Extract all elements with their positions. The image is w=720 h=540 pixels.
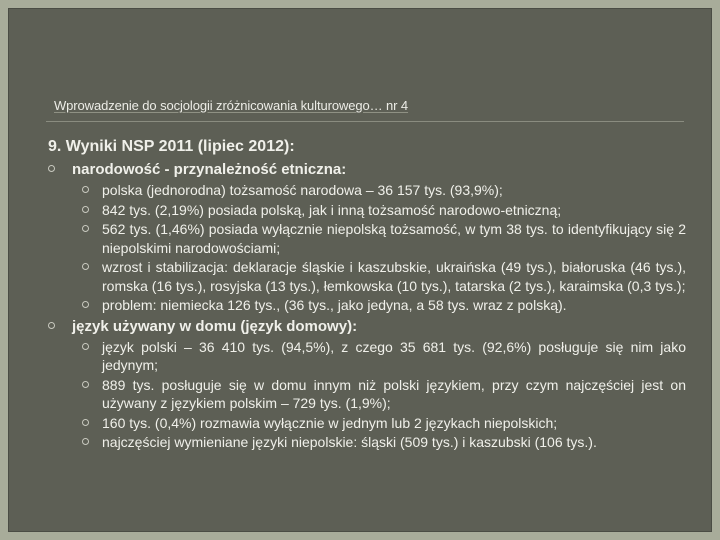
- circle-bullet-icon: [82, 342, 89, 350]
- list-item-text: polska (jednorodna) tożsamość narodowa –…: [102, 182, 503, 198]
- section-heading: 9. Wyniki NSP 2011 (lipiec 2012):: [48, 138, 295, 155]
- circle-bullet-icon: [48, 321, 55, 329]
- sublist-language: język polski – 36 410 tys. (94,5%), z cz…: [72, 338, 686, 452]
- list-item-text: 562 tys. (1,46%) posiada wyłącznie niepo…: [102, 221, 686, 256]
- list-item-text: problem: niemiecka 126 tys., (36 tys., j…: [102, 297, 567, 313]
- circle-bullet-icon: [82, 225, 89, 232]
- list-item: 562 tys. (1,46%) posiada wyłącznie niepo…: [72, 220, 686, 257]
- circle-bullet-icon: [82, 418, 89, 426]
- list-item-title: język używany w domu (język domowy):: [72, 317, 358, 335]
- list-item: 160 tys. (0,4%) rozmawia wyłącznie w jed…: [72, 414, 686, 433]
- circle-bullet-icon: [82, 263, 89, 270]
- slide-content: 9. Wyniki NSP 2011 (lipiec 2012): narodo…: [46, 138, 686, 454]
- list-item-text: 889 tys. posługuje się w domu innym niż …: [102, 376, 686, 412]
- circle-bullet-icon: [82, 205, 89, 213]
- list-item-title: narodowość - przynależność etniczna:: [72, 161, 347, 178]
- circle-bullet-icon: [48, 165, 55, 172]
- circle-bullet-icon: [82, 380, 89, 388]
- list-item: polska (jednorodna) tożsamość narodowa –…: [72, 181, 686, 200]
- main-list: narodowość - przynależność etniczna: pol…: [46, 160, 686, 452]
- list-item-text: 842 tys. (2,19%) posiada polską, jak i i…: [102, 201, 562, 218]
- list-item: język polski – 36 410 tys. (94,5%), z cz…: [72, 338, 686, 375]
- list-item-text: język polski – 36 410 tys. (94,5%), z cz…: [102, 338, 686, 374]
- list-item-text: 160 tys. (0,4%) rozmawia wyłącznie w jed…: [102, 414, 558, 431]
- list-item-text: najczęściej wymieniane języki niepolskie…: [102, 434, 597, 450]
- list-item: najczęściej wymieniane języki niepolskie…: [72, 433, 686, 452]
- circle-bullet-icon: [82, 438, 89, 445]
- list-item-language: język używany w domu (język domowy): jęz…: [46, 317, 686, 452]
- circle-bullet-icon: [82, 301, 89, 308]
- slide: Wprowadzenie do socjologii zróżnicowania…: [8, 8, 712, 532]
- list-item: problem: niemiecka 126 tys., (36 tys., j…: [72, 296, 686, 315]
- list-item-nationality: narodowość - przynależność etniczna: pol…: [46, 160, 686, 315]
- header-divider: [46, 121, 684, 122]
- slide-header: Wprowadzenie do socjologii zróżnicowania…: [54, 98, 409, 113]
- list-item: 889 tys. posługuje się w domu innym niż …: [72, 376, 686, 413]
- list-item: wzrost i stabilizacja: deklaracje śląski…: [72, 258, 686, 295]
- list-item-text: wzrost i stabilizacja: deklaracje śląski…: [102, 259, 686, 294]
- circle-bullet-icon: [82, 186, 89, 193]
- list-item: 842 tys. (2,19%) posiada polską, jak i i…: [72, 201, 686, 220]
- sublist-nationality: polska (jednorodna) tożsamość narodowa –…: [72, 181, 686, 315]
